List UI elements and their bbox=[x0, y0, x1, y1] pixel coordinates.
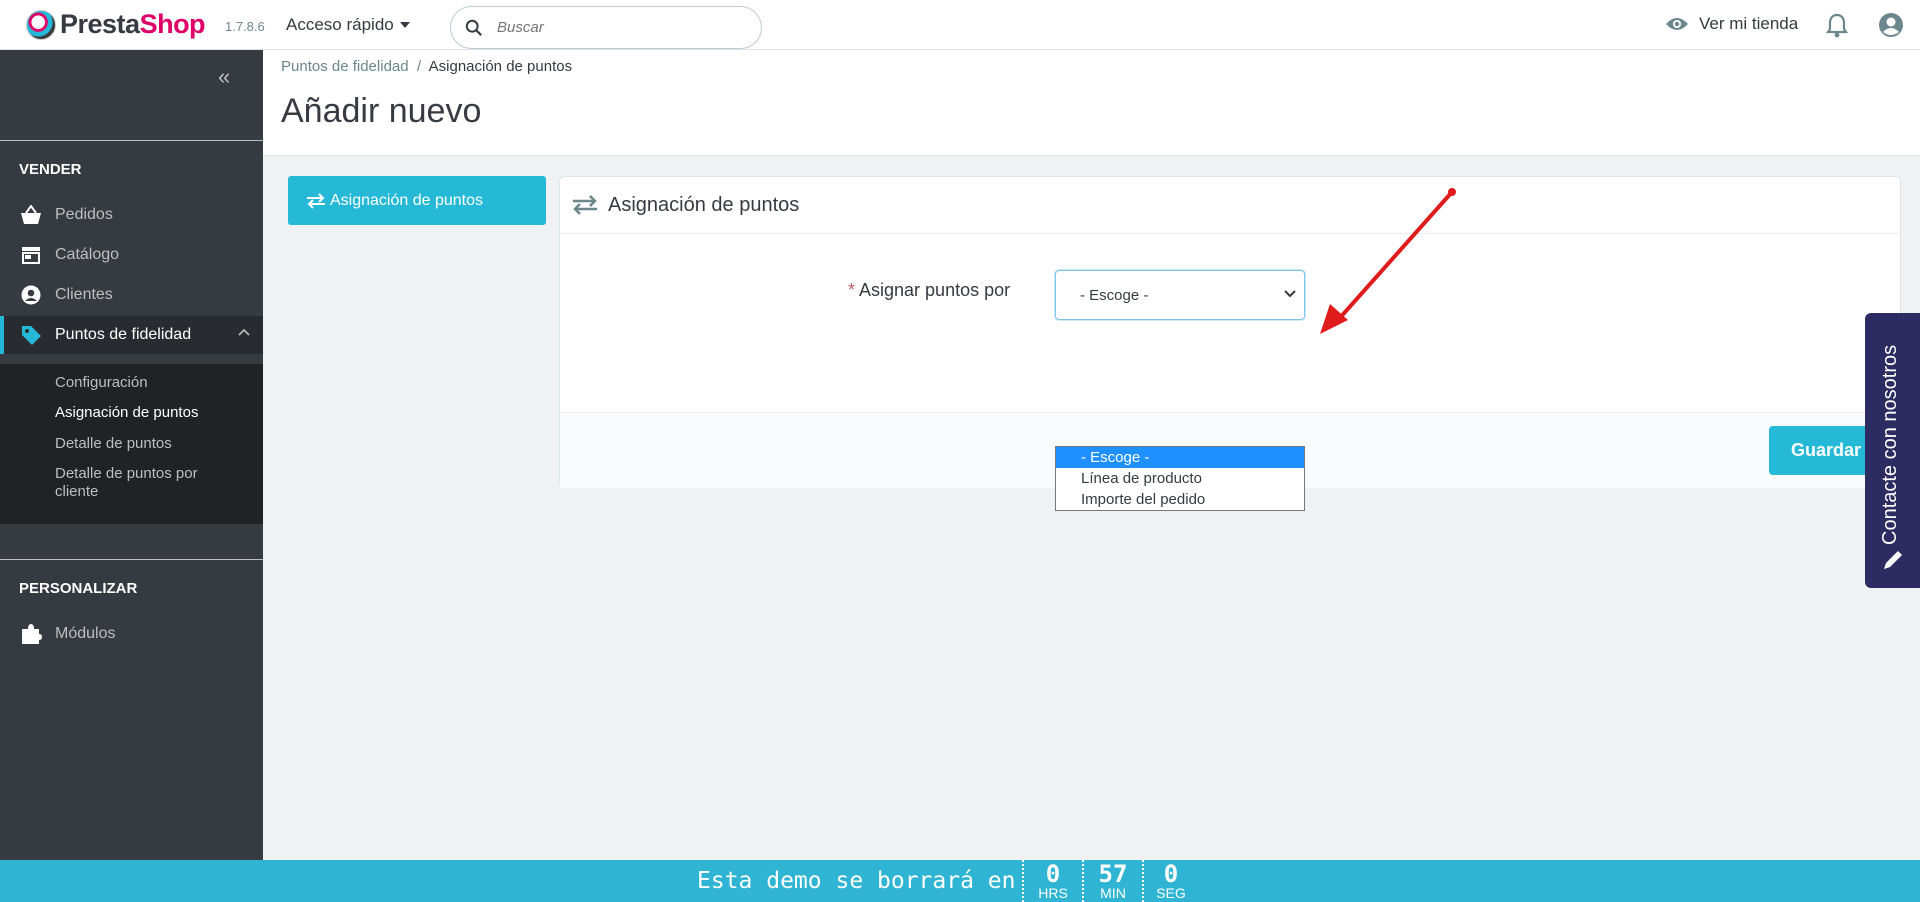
top-header: PrestaShop 1.7.8.6 Acceso rápido Ver mi … bbox=[0, 0, 1920, 50]
exchange-icon bbox=[573, 195, 597, 215]
tab-points-assignment[interactable]: Asignación de puntos bbox=[288, 176, 546, 225]
option-product-line[interactable]: Línea de producto bbox=[1056, 468, 1304, 489]
puzzle-icon bbox=[20, 623, 42, 645]
quick-access-label: Acceso rápido bbox=[286, 15, 394, 34]
sidebar-item-catalog[interactable]: Catálogo bbox=[0, 236, 263, 274]
prestashop-logo[interactable]: PrestaShop bbox=[26, 9, 206, 40]
chevron-up-icon bbox=[238, 328, 250, 336]
tag-icon bbox=[20, 324, 42, 346]
submenu-item-points-detail[interactable]: Detalle de puntos bbox=[55, 435, 172, 453]
sidebar-item-orders[interactable]: Pedidos bbox=[0, 196, 263, 234]
countdown-hours-unit: HRS bbox=[1038, 885, 1068, 901]
contact-us-tab[interactable]: Contacte con nosotros bbox=[1865, 313, 1920, 588]
contact-us-label: Contacte con nosotros bbox=[1879, 344, 1901, 545]
sidebar-divider bbox=[0, 140, 263, 141]
caret-down-icon bbox=[399, 22, 410, 28]
option-choose[interactable]: - Escoge - bbox=[1056, 447, 1304, 468]
sidebar-item-label: Módulos bbox=[55, 625, 116, 642]
sidebar: « VENDER Pedidos Catálogo Clientes Punto… bbox=[0, 50, 263, 860]
section-title-sell: VENDER bbox=[19, 161, 82, 178]
breadcrumb-current: Asignación de puntos bbox=[428, 58, 573, 75]
countdown-minutes: 57 MIN bbox=[1082, 860, 1142, 902]
demo-countdown-bar: Esta demo se borrará en 0 HRS 57 MIN 0 S… bbox=[0, 860, 1920, 902]
sidebar-item-loyalty-points[interactable]: Puntos de fidelidad bbox=[0, 316, 263, 354]
logo-text-shop: Shop bbox=[139, 9, 206, 39]
submenu-item-configuration[interactable]: Configuración bbox=[55, 374, 148, 392]
sidebar-item-label: Catálogo bbox=[55, 246, 120, 263]
loyalty-submenu: Configuración Asignación de puntos Detal… bbox=[0, 364, 263, 524]
tab-label: Asignación de puntos bbox=[330, 191, 483, 209]
assign-points-options: - Escoge - Línea de producto Importe del… bbox=[1055, 446, 1305, 511]
countdown-hours: 0 HRS bbox=[1022, 860, 1082, 902]
version-label: 1.7.8.6 bbox=[225, 19, 265, 34]
pencil-icon bbox=[1884, 551, 1902, 569]
submenu-item-points-by-customer[interactable]: Detalle de puntos por cliente bbox=[55, 465, 225, 501]
assign-points-select[interactable]: - Escoge - bbox=[1055, 270, 1305, 320]
assign-points-label: * Asignar puntos por bbox=[848, 280, 1010, 301]
breadcrumb-separator: / bbox=[416, 58, 422, 75]
user-circle-icon bbox=[20, 284, 42, 306]
breadcrumb: Puntos de fidelidad / Asignación de punt… bbox=[281, 58, 572, 75]
store-icon bbox=[20, 244, 42, 266]
search-box[interactable] bbox=[450, 6, 762, 49]
panel-header: Asignación de puntos bbox=[560, 177, 1900, 234]
countdown-hours-value: 0 bbox=[1045, 860, 1061, 888]
demo-text: Esta demo se borrará en bbox=[697, 868, 1016, 894]
sidebar-divider bbox=[0, 559, 263, 560]
panel-title: Asignación de puntos bbox=[608, 193, 800, 216]
countdown-seconds-unit: SEG bbox=[1156, 885, 1186, 901]
countdown-seconds-value: 0 bbox=[1163, 860, 1179, 888]
required-mark: * bbox=[848, 280, 856, 300]
logo-text-presta: Presta bbox=[60, 9, 140, 39]
assign-points-label-text: Asignar puntos por bbox=[859, 280, 1011, 300]
bell-icon[interactable] bbox=[1826, 12, 1848, 38]
option-order-amount[interactable]: Importe del pedido bbox=[1056, 489, 1304, 510]
sidebar-item-label: Clientes bbox=[55, 286, 113, 303]
select-value: - Escoge - bbox=[1080, 286, 1149, 304]
page-head: Puntos de fidelidad / Asignación de punt… bbox=[263, 50, 1920, 156]
countdown-minutes-value: 57 bbox=[1098, 860, 1128, 888]
submenu-item-points-assignment[interactable]: Asignación de puntos bbox=[55, 404, 198, 422]
breadcrumb-parent[interactable]: Puntos de fidelidad bbox=[281, 58, 409, 75]
sidebar-item-customers[interactable]: Clientes bbox=[0, 276, 263, 314]
exchange-icon bbox=[307, 192, 325, 209]
sidebar-item-modules[interactable]: Módulos bbox=[0, 615, 263, 653]
quick-access-dropdown[interactable]: Acceso rápido bbox=[286, 15, 410, 35]
page-title: Añadir nuevo bbox=[281, 92, 482, 130]
save-button-label: Guardar bbox=[1791, 440, 1862, 460]
account-icon[interactable] bbox=[1878, 12, 1904, 38]
view-store-label: Ver mi tienda bbox=[1699, 14, 1799, 33]
section-title-customize: PERSONALIZAR bbox=[19, 580, 138, 597]
search-input[interactable] bbox=[497, 19, 737, 36]
collapse-sidebar-icon[interactable]: « bbox=[218, 64, 230, 90]
basket-icon bbox=[20, 204, 42, 226]
prestashop-logo-mark bbox=[26, 9, 56, 40]
countdown-minutes-unit: MIN bbox=[1100, 885, 1126, 901]
sidebar-item-label: Pedidos bbox=[55, 206, 113, 223]
eye-icon bbox=[1666, 18, 1688, 30]
chevron-down-icon bbox=[1284, 290, 1296, 298]
sidebar-item-label: Puntos de fidelidad bbox=[55, 326, 192, 343]
points-assignment-panel: Asignación de puntos * Asignar puntos por… bbox=[559, 176, 1901, 488]
view-store-link[interactable]: Ver mi tienda bbox=[1665, 14, 1798, 34]
countdown-seconds: 0 SEG bbox=[1142, 860, 1198, 902]
search-icon bbox=[465, 19, 482, 36]
annotation-arrow bbox=[1320, 188, 1456, 334]
